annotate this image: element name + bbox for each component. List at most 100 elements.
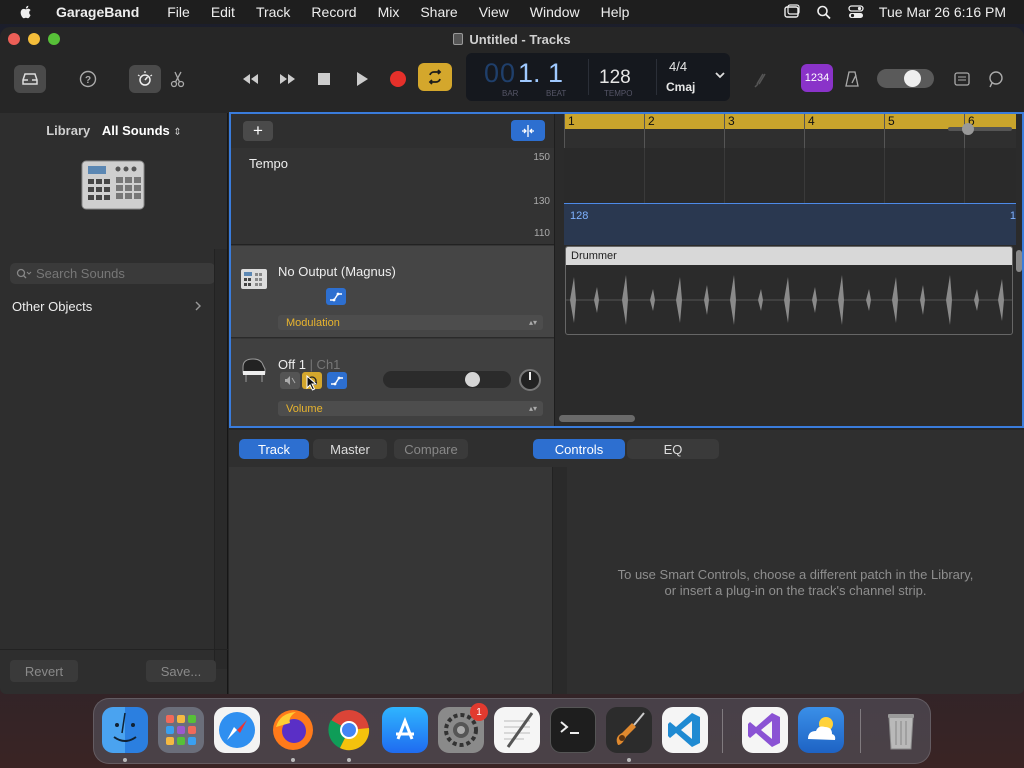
up-down-chevron-icon[interactable]: ⇕ [173,127,181,138]
lcd-key[interactable]: Cmaj [666,80,695,94]
rewind-button[interactable] [234,65,266,93]
menu-track[interactable]: Track [256,4,290,20]
track-volume-knob[interactable] [465,372,480,387]
launchpad-icon[interactable] [158,707,204,753]
master-volume-knob[interactable] [904,70,921,87]
count-in-button[interactable]: 1234 [801,64,833,92]
app-store-icon[interactable] [382,707,428,753]
timeline[interactable]: 1 2 3 4 5 6 128 1 Drummer [554,114,1022,426]
finder-icon[interactable] [102,707,148,753]
track-pan-knob[interactable] [519,369,541,391]
tab-compare[interactable]: Compare [394,439,468,459]
garageband-icon[interactable] [606,707,652,753]
menu-view[interactable]: View [479,4,509,20]
library-button[interactable] [14,65,46,93]
automation-parameter-select[interactable]: Volume ▴▾ [278,401,543,416]
smart-controls-divider [553,467,567,694]
spotlight-search-icon[interactable] [815,4,833,20]
question-mark-icon: ? [79,70,97,88]
zoom-slider-knob[interactable] [962,123,974,135]
document-icon [453,33,464,45]
lcd-time-signature[interactable]: 4/4 [669,59,687,74]
tempo-track-header[interactable]: Tempo 150 130 110 [231,148,554,245]
close-button[interactable] [8,33,20,45]
apple-menu-icon[interactable] [18,4,34,20]
lcd-bar-label: BAR [502,89,519,98]
minimize-button[interactable] [28,33,40,45]
up-down-chevron-icon: ▴▾ [528,404,537,413]
play-button[interactable] [346,65,378,93]
ruler[interactable]: 1 2 3 4 5 6 [564,114,1016,148]
library-search-input[interactable]: Search Sounds [10,263,215,284]
chevron-down-icon[interactable] [714,69,726,81]
metronome-button[interactable] [836,65,868,93]
smart-controls-button[interactable] [129,65,161,93]
track-name[interactable]: Off 1 | Ch1 [278,357,340,372]
menu-clock[interactable]: Tue Mar 26 6:16 PM [879,4,1006,20]
tracks-horizontal-scrollbar[interactable] [559,415,635,422]
vscode-icon[interactable] [662,707,708,753]
terminal-icon[interactable] [550,707,596,753]
library-scrollbar[interactable] [214,249,227,669]
revert-button[interactable]: Revert [10,660,78,682]
cycle-button[interactable] [418,63,452,91]
zoom-slider[interactable] [948,121,1012,137]
quick-help-button[interactable]: ? [72,65,104,93]
stage-manager-icon[interactable] [783,4,801,20]
tracks-vertical-scrollbar[interactable] [1016,250,1022,272]
track-name[interactable]: No Output (Magnus) [278,264,396,279]
automation-button[interactable] [326,288,346,305]
library-sound-selector[interactable]: All Sounds [102,123,170,138]
safari-icon[interactable] [214,707,260,753]
stop-button[interactable] [308,65,340,93]
menu-file[interactable]: File [167,4,190,20]
window-controls [8,33,60,45]
library-row-label: Other Objects [12,298,93,314]
textedit-icon[interactable] [494,707,540,753]
track-header-piano[interactable]: Off 1 | Ch1 Volume ▴▾ [231,339,554,426]
running-indicator [123,758,127,762]
menu-mix[interactable]: Mix [378,4,400,20]
tab-eq[interactable]: EQ [627,439,719,459]
add-track-button[interactable]: + [243,121,273,141]
loop-browser-button[interactable] [980,65,1012,93]
automation-curve-icon [330,292,342,302]
smart-controls-inspector [229,467,553,694]
editors-button[interactable] [162,65,194,93]
save-patch-button[interactable]: Save... [146,660,216,682]
menu-share[interactable]: Share [420,4,457,20]
track-volume-slider[interactable] [383,371,511,388]
firefox-icon[interactable] [270,707,316,753]
tempo-lane[interactable]: 128 1 [564,148,1016,245]
track-header-drummer[interactable]: No Output (Magnus) Modulation ▴▾ [231,246,554,338]
zoom-button[interactable] [48,33,60,45]
visual-studio-icon[interactable] [742,707,788,753]
tab-track[interactable]: Track [239,439,309,459]
drummer-region[interactable]: Drummer [565,246,1013,335]
lcd-tempo-value[interactable]: 128 [599,67,631,89]
weather-icon[interactable] [798,707,844,753]
automation-button[interactable] [327,372,347,389]
record-button[interactable] [382,65,414,93]
tab-controls[interactable]: Controls [533,439,625,459]
tempo-curve[interactable] [564,203,1016,245]
mute-button[interactable] [280,372,300,389]
trash-icon[interactable] [878,707,924,753]
tuner-button[interactable] [744,65,776,93]
menu-window[interactable]: Window [530,4,580,20]
library-row-other-objects[interactable]: Other Objects [0,295,214,317]
library-search-placeholder: Search Sounds [36,266,125,281]
control-center-icon[interactable] [847,4,865,20]
master-volume-slider[interactable] [877,69,934,88]
menu-app-name[interactable]: GarageBand [56,4,139,20]
tab-master[interactable]: Master [313,439,387,459]
menu-record[interactable]: Record [311,4,356,20]
chrome-icon[interactable] [326,707,372,753]
catch-playhead-button[interactable] [511,120,545,141]
menu-help[interactable]: Help [601,4,630,20]
fast-forward-button[interactable] [272,65,304,93]
lcd-display[interactable]: 00 1. 1 BAR BEAT 128 TEMPO 4/4 Cmaj [466,53,730,101]
menu-edit[interactable]: Edit [211,4,235,20]
automation-parameter-select[interactable]: Modulation ▴▾ [278,315,543,330]
notepad-button[interactable] [946,65,978,93]
